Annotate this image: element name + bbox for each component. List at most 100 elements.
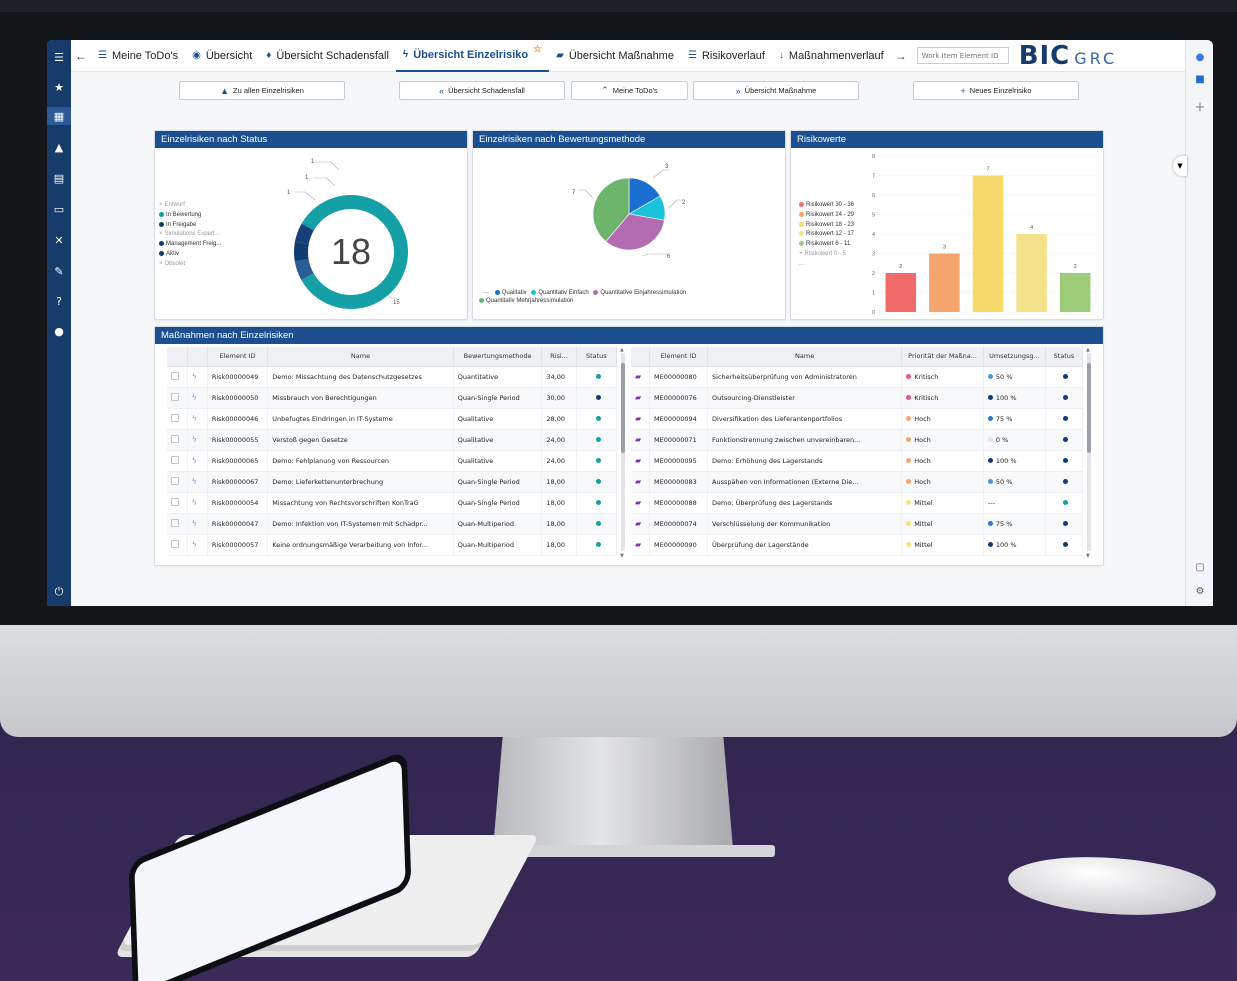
table-row[interactable]: ▰ ME00000094 Diversifikation des Liefera… — [631, 408, 1083, 430]
gear-icon[interactable]: ⚙ — [1186, 586, 1213, 597]
power-icon[interactable]: ⏻ — [47, 583, 71, 601]
back-arrow-icon[interactable]: ← — [71, 49, 91, 63]
cell-name[interactable]: Funktionstrennung zwischen unvereinbaren… — [707, 429, 903, 451]
cell-element-id[interactable]: ME00000080 — [649, 366, 709, 388]
tab-uebersicht-einzelrisiko[interactable]: ϟ Übersicht Einzelrisiko ☆ — [395, 40, 550, 72]
table-row[interactable]: ▰ ME00000090 Überprüfung der Lagerstände… — [631, 534, 1083, 556]
row-checkbox[interactable] — [171, 413, 179, 422]
column-header-name[interactable]: Name — [707, 347, 903, 367]
cell-element-id[interactable]: ME00000074 — [649, 513, 709, 535]
table-row[interactable]: ϟ Risk00000050 Missbrauch von Berechtigu… — [167, 387, 617, 409]
cell-name[interactable]: Verschlüsselung der Kommunikation — [707, 513, 903, 535]
cell-name[interactable]: Überprüfung der Lagerstände — [707, 534, 903, 556]
cell-element-id[interactable]: ME00000076 — [649, 387, 709, 409]
cell-name[interactable]: Demo: Lieferkettenunterbrechung — [267, 471, 454, 493]
tab-uebersicht-massnahme[interactable]: ▰ Übersicht Maßnahme — [549, 40, 681, 72]
cell-element-id[interactable]: ME00000071 — [649, 429, 709, 451]
cell-name[interactable]: Outsourcing-Dienstleister — [707, 387, 903, 409]
cell-name[interactable]: Sicherheitsüberprüfung von Administrator… — [707, 366, 903, 388]
tab-massnahmenverlauf[interactable]: ↓ Maßnahmenverlauf — [772, 40, 891, 72]
scroll-up-icon[interactable]: ▲ — [1086, 347, 1090, 353]
user-icon[interactable]: ● — [47, 322, 71, 340]
favorite-star-icon[interactable]: ☆ — [533, 44, 542, 55]
cell-element-id[interactable]: Risk00000049 — [207, 366, 269, 388]
add-icon[interactable]: + — [1186, 100, 1213, 115]
table-row[interactable]: ϟ Risk00000054 Missachtung von Rechtsvor… — [167, 492, 617, 514]
outlook-icon[interactable]: ■ — [1186, 74, 1213, 85]
table-row[interactable]: ▰ ME00000088 Demo: Überprüfung des Lager… — [631, 492, 1083, 514]
wrench-icon[interactable]: ✎ — [47, 262, 71, 280]
cell-name[interactable]: Missachtung von Rechtsvorschriften KonTr… — [267, 492, 454, 514]
panel-icon[interactable]: ▢ — [1186, 562, 1213, 573]
row-checkbox[interactable] — [171, 371, 179, 380]
report-icon[interactable]: ▤ — [47, 169, 71, 187]
table-row[interactable]: ϟ Risk00000047 Demo: Infektion von IT-Sy… — [167, 513, 617, 535]
table-row[interactable]: ▰ ME00000076 Outsourcing-Dienstleister K… — [631, 387, 1083, 409]
table-row[interactable]: ϟ Risk00000067 Demo: Lieferkettenunterbr… — [167, 471, 617, 493]
cell-element-id[interactable]: Risk00000057 — [207, 534, 269, 556]
table-row[interactable]: ϟ Risk00000049 Demo: Missachtung des Dat… — [167, 366, 617, 388]
table-row[interactable]: ▰ ME00000074 Verschlüsselung der Kommuni… — [631, 513, 1083, 535]
tab-risikoverlauf[interactable]: ☰ Risikoverlauf — [681, 40, 772, 72]
table-row[interactable]: ▰ ME00000095 Demo: Erhöhung des Lagersta… — [631, 450, 1083, 472]
cell-name[interactable]: Ausspähen von Informationen (Externe Die… — [707, 471, 903, 493]
my-todos-button[interactable]: ⌃ Meine ToDo's — [571, 81, 688, 100]
column-header-element-id[interactable]: Element ID — [649, 347, 709, 367]
cell-element-id[interactable]: ME00000095 — [649, 450, 709, 472]
column-header-status[interactable]: Status — [1045, 347, 1083, 367]
cell-element-id[interactable]: ME00000083 — [649, 471, 709, 493]
column-header-progress[interactable]: Umsetzungsg... — [983, 347, 1046, 367]
measures-table-scrollbar[interactable] — [1087, 353, 1091, 551]
scrollbar-thumb[interactable] — [621, 363, 625, 453]
row-checkbox[interactable] — [171, 392, 179, 401]
row-checkbox[interactable] — [171, 497, 179, 506]
risks-table-scrollbar[interactable] — [621, 353, 625, 551]
cell-element-id[interactable]: Risk00000047 — [207, 513, 269, 535]
legend-item[interactable]: Quantitativ Einfach — [531, 289, 589, 296]
row-checkbox[interactable] — [171, 518, 179, 527]
cell-element-id[interactable]: ME00000090 — [649, 534, 709, 556]
collapse-panel-icon[interactable]: ▼ — [1173, 156, 1187, 176]
cell-name[interactable]: Keine ordnungsmäßige Verarbeitung von In… — [267, 534, 454, 556]
cell-element-id[interactable]: Risk00000067 — [207, 471, 269, 493]
cell-name[interactable]: Missbrauch von Berechtigungen — [267, 387, 454, 409]
table-row[interactable]: ▰ ME00000071 Funktionstrennung zwischen … — [631, 429, 1083, 451]
network-icon[interactable]: ✕ — [47, 231, 71, 249]
cell-name[interactable]: Demo: Fehlplanung von Ressourcen — [267, 450, 454, 472]
help-icon[interactable]: ? — [47, 292, 71, 310]
overview-damage-button[interactable]: «Übersicht Schadensfall — [399, 81, 565, 100]
tab-uebersicht-schadensfall[interactable]: ♦ Übersicht Schadensfall — [259, 40, 396, 72]
forward-arrow-icon[interactable]: → — [891, 49, 911, 63]
legend-item[interactable]: Quantitative Einjahressimulation — [593, 289, 686, 296]
column-header-element-id[interactable]: Element ID — [207, 347, 269, 367]
column-header-method[interactable]: Bewertungsmethode — [453, 347, 543, 367]
legend-item[interactable]: Quantitativ Mehrjahressimulation — [479, 297, 779, 305]
scroll-down-icon[interactable]: ▼ — [620, 553, 624, 559]
table-row[interactable]: ϟ Risk00000046 Unbefugtes Eindringen in … — [167, 408, 617, 430]
cell-element-id[interactable]: ME00000094 — [649, 408, 709, 430]
table-row[interactable]: ▰ ME00000080 Sicherheitsüberprüfung von … — [631, 366, 1083, 388]
column-header-risk-value[interactable]: Risi... — [541, 347, 577, 367]
row-checkbox[interactable] — [171, 455, 179, 464]
scroll-up-icon[interactable]: ▲ — [620, 347, 624, 353]
cell-name[interactable]: Demo: Erhöhung des Lagerstands — [707, 450, 903, 472]
cell-element-id[interactable]: Risk00000054 — [207, 492, 269, 514]
cell-name[interactable]: Demo: Missachtung des Datenschutzgesetze… — [267, 366, 454, 388]
table-row[interactable]: ϟ Risk00000055 Verstoß gegen Gesetze Qua… — [167, 429, 617, 451]
cell-element-id[interactable]: Risk00000065 — [207, 450, 269, 472]
cell-element-id[interactable]: Risk00000055 — [207, 429, 269, 451]
all-risks-button[interactable]: ▲ Zu allen Einzelrisiken — [179, 81, 345, 100]
cell-name[interactable]: Demo: Überprüfung des Lagerstands — [707, 492, 903, 514]
monitor-icon[interactable]: ▭ — [47, 200, 71, 218]
work-item-search-input[interactable] — [916, 47, 1009, 64]
legend-item[interactable]: Qualitativ — [494, 289, 527, 296]
cell-element-id[interactable]: ME00000088 — [649, 492, 709, 514]
cell-element-id[interactable]: Risk00000046 — [207, 408, 269, 430]
scroll-down-icon[interactable]: ▼ — [1086, 553, 1090, 559]
column-header-priority[interactable]: Priorität der Maßna... — [901, 347, 984, 367]
cell-name[interactable]: Verstoß gegen Gesetze — [267, 429, 454, 451]
new-risk-button[interactable]: + Neues Einzelrisiko — [913, 81, 1079, 100]
cell-name[interactable]: Unbefugtes Eindringen in IT-Systeme — [267, 408, 454, 430]
table-row[interactable]: ϟ Risk00000057 Keine ordnungsmäßige Vera… — [167, 534, 617, 556]
cell-element-id[interactable]: Risk00000050 — [207, 387, 269, 409]
